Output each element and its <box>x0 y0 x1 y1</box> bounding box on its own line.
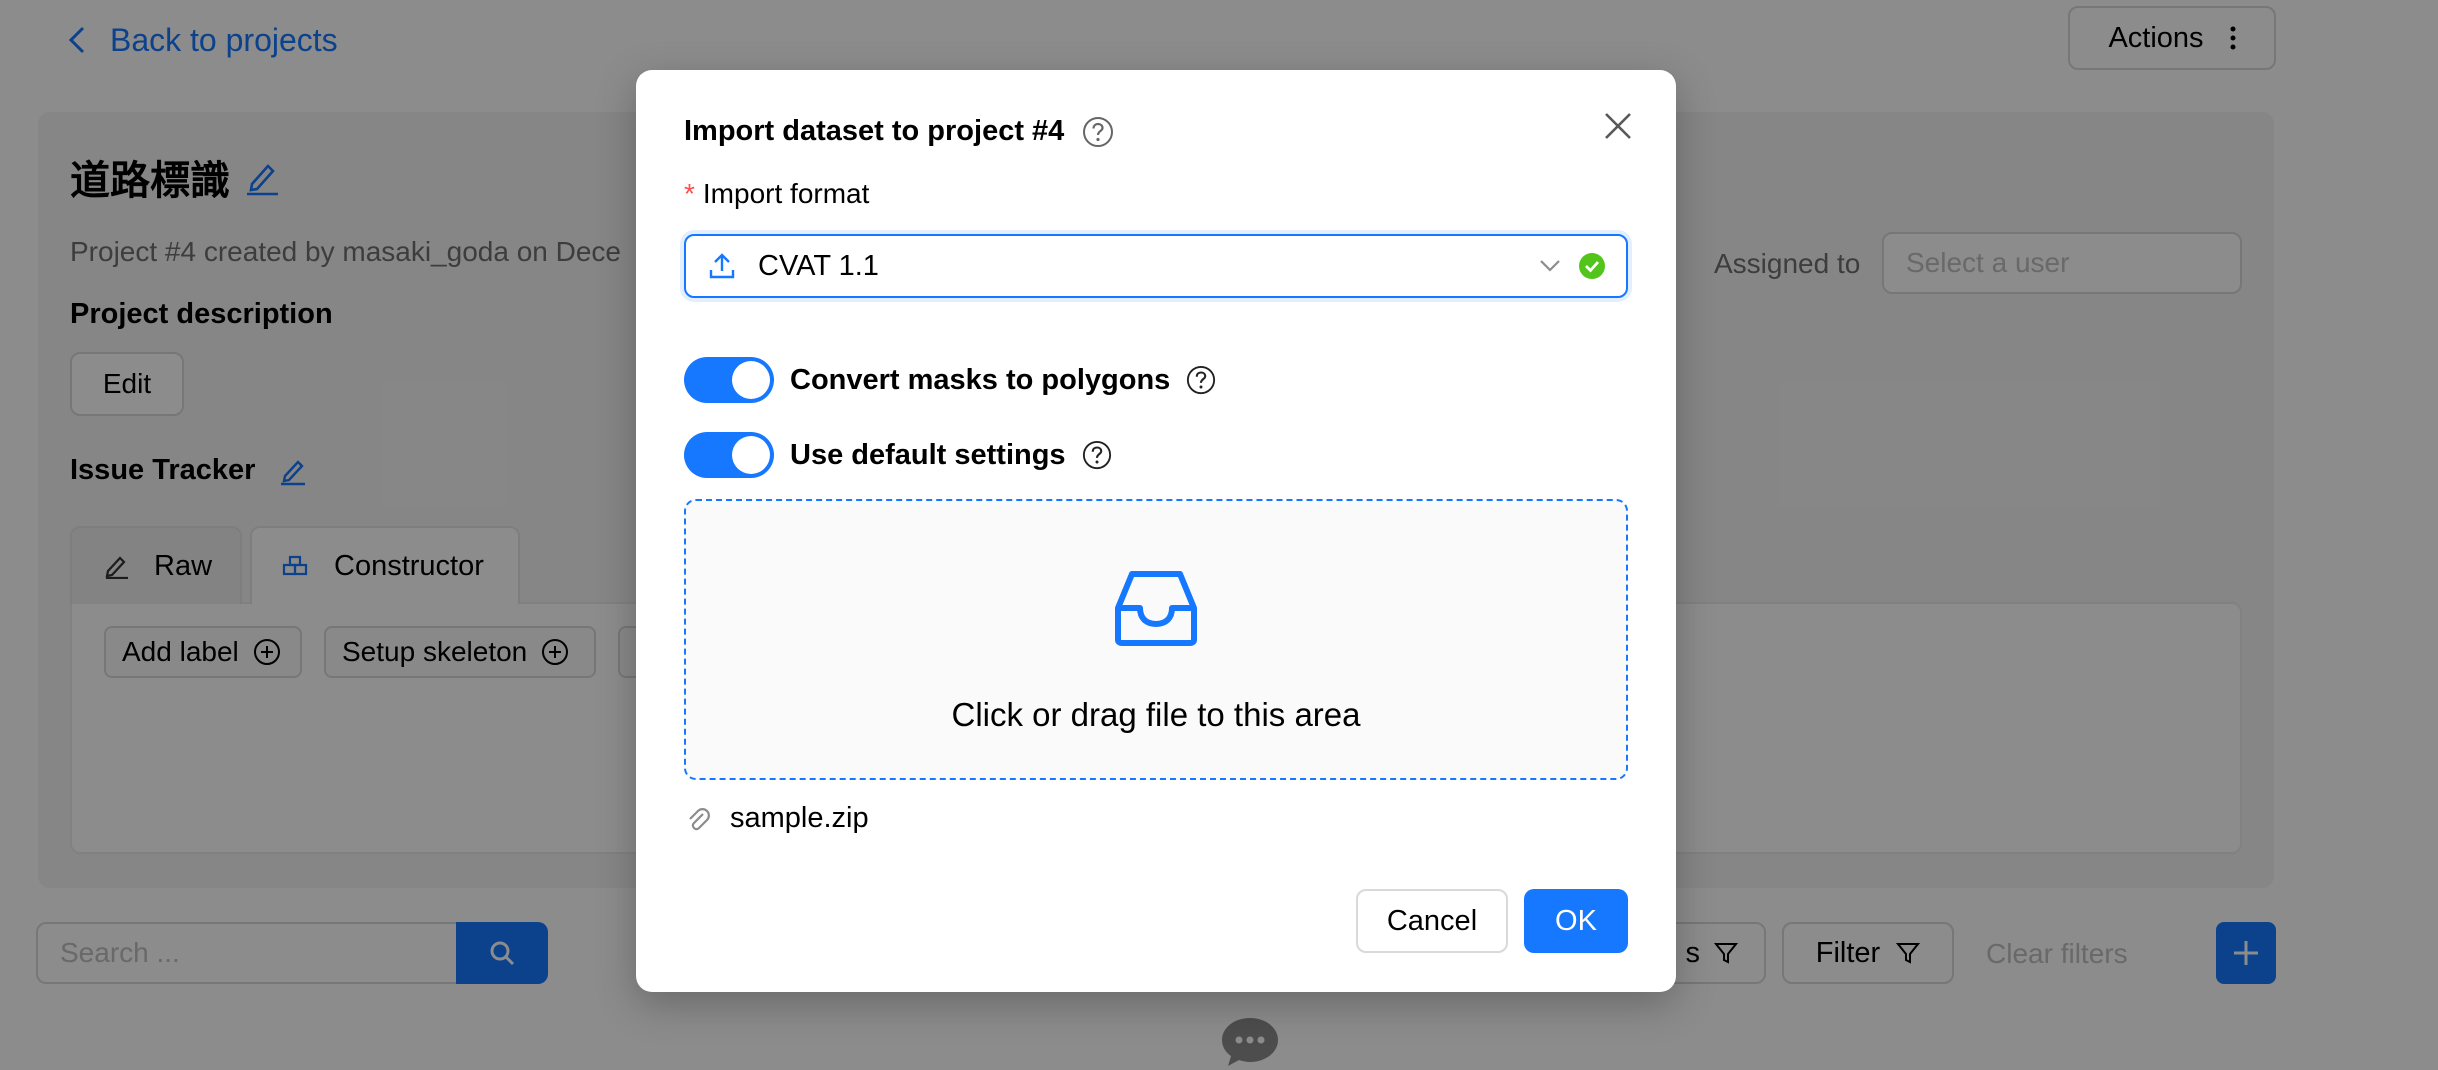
convert-masks-label: Convert masks to polygons <box>790 363 1171 396</box>
convert-masks-row: Convert masks to polygons <box>684 357 1216 403</box>
modal-title: Import dataset to project #4 <box>684 115 1114 148</box>
uploaded-file-item[interactable]: sample.zip <box>686 802 869 835</box>
paperclip-icon <box>686 805 710 833</box>
import-format-value: CVAT 1.1 <box>758 249 879 282</box>
upload-icon <box>708 252 736 280</box>
import-format-select[interactable]: CVAT 1.1 <box>684 234 1628 298</box>
default-settings-row: Use default settings <box>684 432 1112 478</box>
import-format-label: * Import format <box>684 178 869 210</box>
convert-masks-toggle[interactable] <box>684 357 774 403</box>
modal-title-text: Import dataset to project #4 <box>684 115 1065 147</box>
help-icon[interactable] <box>1082 440 1112 470</box>
check-circle-icon <box>1578 252 1606 280</box>
default-settings-toggle[interactable] <box>684 432 774 478</box>
close-icon[interactable] <box>1602 110 1634 142</box>
required-marker: * <box>684 178 695 209</box>
help-icon[interactable] <box>1082 116 1114 148</box>
help-icon[interactable] <box>1186 365 1216 395</box>
ok-button[interactable]: OK <box>1524 889 1628 953</box>
dropzone-text: Click or drag file to this area <box>951 696 1361 733</box>
cancel-button[interactable]: Cancel <box>1356 889 1508 953</box>
import-format-text: Import format <box>702 178 870 209</box>
default-settings-label: Use default settings <box>790 438 1066 471</box>
file-name: sample.zip <box>730 802 869 834</box>
chevron-down-icon <box>1538 256 1562 276</box>
inbox-icon <box>1114 570 1198 646</box>
